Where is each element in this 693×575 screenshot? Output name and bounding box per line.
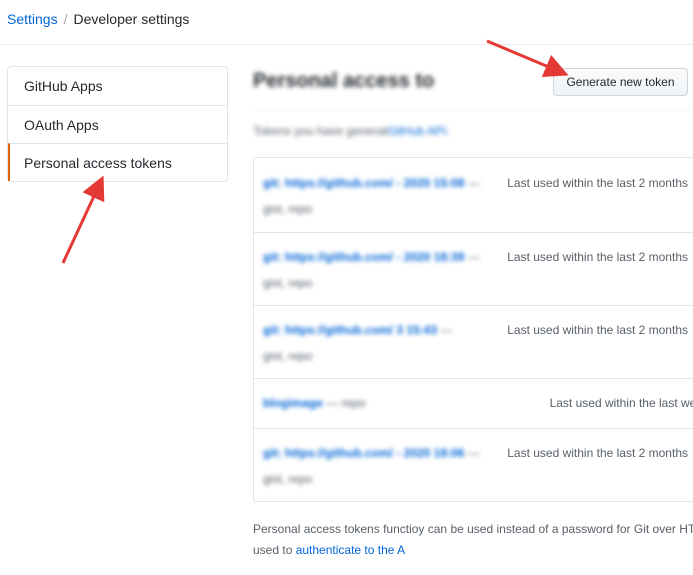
- title-divider: [253, 109, 693, 110]
- token-scopes: gist, repo: [263, 276, 313, 290]
- token-scopes: repo: [341, 396, 366, 410]
- sidebar-item-oauth-apps[interactable]: OAuth Apps: [8, 105, 227, 143]
- generate-new-token-button[interactable]: Generate new token: [553, 68, 688, 96]
- token-dash: —: [326, 396, 339, 410]
- authenticate-link[interactable]: authenticate to the A: [296, 543, 405, 557]
- token-last-used: Last used within the last 2 months: [507, 250, 688, 264]
- token-dash: —: [467, 250, 480, 264]
- page-description: Tokens you have generatGitHub API.: [253, 124, 450, 138]
- token-dash: —: [467, 176, 480, 190]
- footer-note: Personal access tokens functioy can be u…: [253, 519, 693, 561]
- token-name-link[interactable]: git:: [263, 176, 282, 190]
- token-last-used: Last used within the last week: [549, 396, 693, 410]
- token-info: git: https://github.com/ - 2020 18:06 — …: [263, 440, 501, 492]
- token-info: blogimage — repo: [263, 390, 501, 416]
- token-name-link[interactable]: git:: [263, 250, 282, 264]
- token-scopes: gist, repo: [263, 472, 313, 486]
- token-name-link[interactable]: blogimage: [263, 396, 323, 410]
- token-note-link[interactable]: https://github.com/ - 2020 18:06: [285, 446, 464, 460]
- token-name-link[interactable]: git:: [263, 323, 282, 337]
- breadcrumb-separator: /: [63, 11, 68, 27]
- token-list: git: https://github.com/ - 2020 15:08 — …: [253, 157, 693, 502]
- token-note-link[interactable]: https://github.com/ - 2020 15:08: [285, 176, 464, 190]
- breadcrumb: Settings / Developer settings: [7, 11, 189, 27]
- token-dash: —: [440, 323, 453, 337]
- token-last-used: Last used within the last 2 months: [507, 176, 688, 190]
- token-dash: —: [467, 446, 480, 460]
- breadcrumb-settings-link[interactable]: Settings: [7, 11, 58, 27]
- token-info: git: https://github.com/ 3 15:43 — gist,…: [263, 317, 501, 369]
- token-name-link[interactable]: git:: [263, 446, 282, 460]
- token-row: git: https://github.com/ - 2020 15:08 — …: [254, 158, 693, 232]
- token-row: blogimage — repo Last used within the la…: [254, 378, 693, 428]
- token-row: git: https://github.com/ 3 15:43 — gist,…: [254, 305, 693, 378]
- footer-line-2: used to: [253, 543, 296, 557]
- token-scopes: gist, repo: [263, 349, 313, 363]
- token-last-used: Last used within the last 2 months: [507, 446, 688, 460]
- token-last-used: Last used within the last 2 months: [507, 323, 688, 337]
- token-scopes: gist, repo: [263, 202, 313, 216]
- token-row: git: https://github.com/ - 2020 18:39 — …: [254, 232, 693, 305]
- arrow-to-generate-button: [486, 39, 569, 78]
- header-divider: [0, 44, 693, 45]
- token-info: git: https://github.com/ - 2020 15:08 — …: [263, 170, 501, 222]
- token-note-link[interactable]: https://github.com/ - 2020 18:39: [285, 250, 464, 264]
- sidebar-item-github-apps[interactable]: GitHub Apps: [8, 67, 227, 105]
- breadcrumb-current: Developer settings: [73, 11, 190, 27]
- footer-line-1: Personal access tokens functioy can be u…: [253, 522, 693, 536]
- github-api-link[interactable]: GitHub API.: [387, 124, 450, 138]
- token-row: git: https://github.com/ - 2020 18:06 — …: [254, 428, 693, 502]
- arrow-to-personal-access-tokens: [61, 175, 105, 264]
- token-note-link[interactable]: https://github.com/ 3 15:43: [285, 323, 437, 337]
- page-title: Personal access to: [253, 70, 435, 92]
- description-text: Tokens you have generat: [253, 124, 388, 138]
- token-info: git: https://github.com/ - 2020 18:39 — …: [263, 244, 501, 296]
- sidebar-item-personal-access-tokens[interactable]: Personal access tokens: [8, 143, 227, 181]
- sidebar-menu: GitHub Apps OAuth Apps Personal access t…: [7, 66, 228, 182]
